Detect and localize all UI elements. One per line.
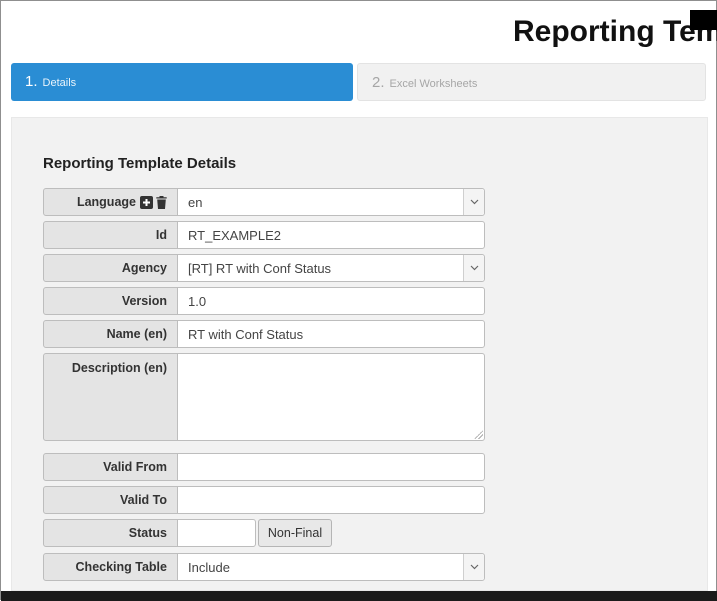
chevron-down-icon (463, 255, 484, 281)
valid-from-label: Valid From (43, 453, 178, 481)
valid-to-label-text: Valid To (120, 493, 167, 507)
checking-table-select[interactable]: Include (177, 553, 485, 581)
description-label: Description (en) (43, 353, 178, 441)
language-select[interactable]: en (177, 188, 485, 216)
checking-table-select-value: Include (178, 560, 230, 575)
chevron-down-icon (463, 554, 484, 580)
tab-excel-worksheets[interactable]: 2. Excel Worksheets (357, 63, 706, 101)
tab-excel-worksheets-label: Excel Worksheets (390, 65, 478, 103)
chevron-down-icon (463, 189, 484, 215)
section-heading: Reporting Template Details (43, 155, 236, 172)
agency-select-value: [RT] RT with Conf Status (178, 261, 331, 276)
name-input[interactable] (177, 320, 485, 348)
description-textarea[interactable] (177, 353, 485, 441)
description-row: Description (en) (43, 353, 485, 441)
agency-label-text: Agency (122, 261, 167, 275)
language-label: Language (43, 188, 178, 216)
page-title: Reporting Template (513, 15, 717, 49)
checking-table-label: Checking Table (43, 553, 178, 581)
name-label-text: Name (en) (107, 327, 167, 341)
valid-from-row: Valid From (43, 453, 485, 481)
id-row: Id (43, 221, 485, 249)
name-row: Name (en) (43, 320, 485, 348)
description-label-text: Description (en) (72, 361, 167, 375)
name-label: Name (en) (43, 320, 178, 348)
version-row: Version (43, 287, 485, 315)
checking-table-row: Checking Table Include (43, 553, 485, 581)
agency-row: Agency [RT] RT with Conf Status (43, 254, 485, 282)
tab-excel-worksheets-number: 2. (372, 64, 385, 102)
header-action-button[interactable] (690, 10, 717, 30)
id-label-text: Id (156, 228, 167, 242)
valid-to-row: Valid To (43, 486, 485, 514)
id-label: Id (43, 221, 178, 249)
tab-details-number: 1. (25, 63, 38, 101)
status-input[interactable] (177, 519, 256, 547)
non-final-button[interactable]: Non-Final (258, 519, 332, 547)
delete-language-icon[interactable] (156, 196, 167, 209)
tab-details[interactable]: 1. Details (11, 63, 353, 101)
valid-to-input[interactable] (177, 486, 485, 514)
valid-to-label: Valid To (43, 486, 178, 514)
tab-details-label: Details (43, 64, 77, 102)
agency-label: Agency (43, 254, 178, 282)
version-label-text: Version (122, 294, 167, 308)
id-input[interactable] (177, 221, 485, 249)
status-label: Status (43, 519, 178, 547)
language-label-text: Language (77, 195, 136, 209)
valid-from-input[interactable] (177, 453, 485, 481)
version-input[interactable] (177, 287, 485, 315)
version-label: Version (43, 287, 178, 315)
language-row: Language en (43, 188, 485, 216)
resize-handle-icon[interactable] (474, 430, 483, 439)
status-row: Status Non-Final (43, 519, 332, 547)
valid-from-label-text: Valid From (103, 460, 167, 474)
language-select-value: en (178, 195, 202, 210)
agency-select[interactable]: [RT] RT with Conf Status (177, 254, 485, 282)
checking-table-label-text: Checking Table (76, 560, 167, 574)
status-label-text: Status (129, 526, 167, 540)
add-language-icon[interactable] (140, 196, 153, 209)
